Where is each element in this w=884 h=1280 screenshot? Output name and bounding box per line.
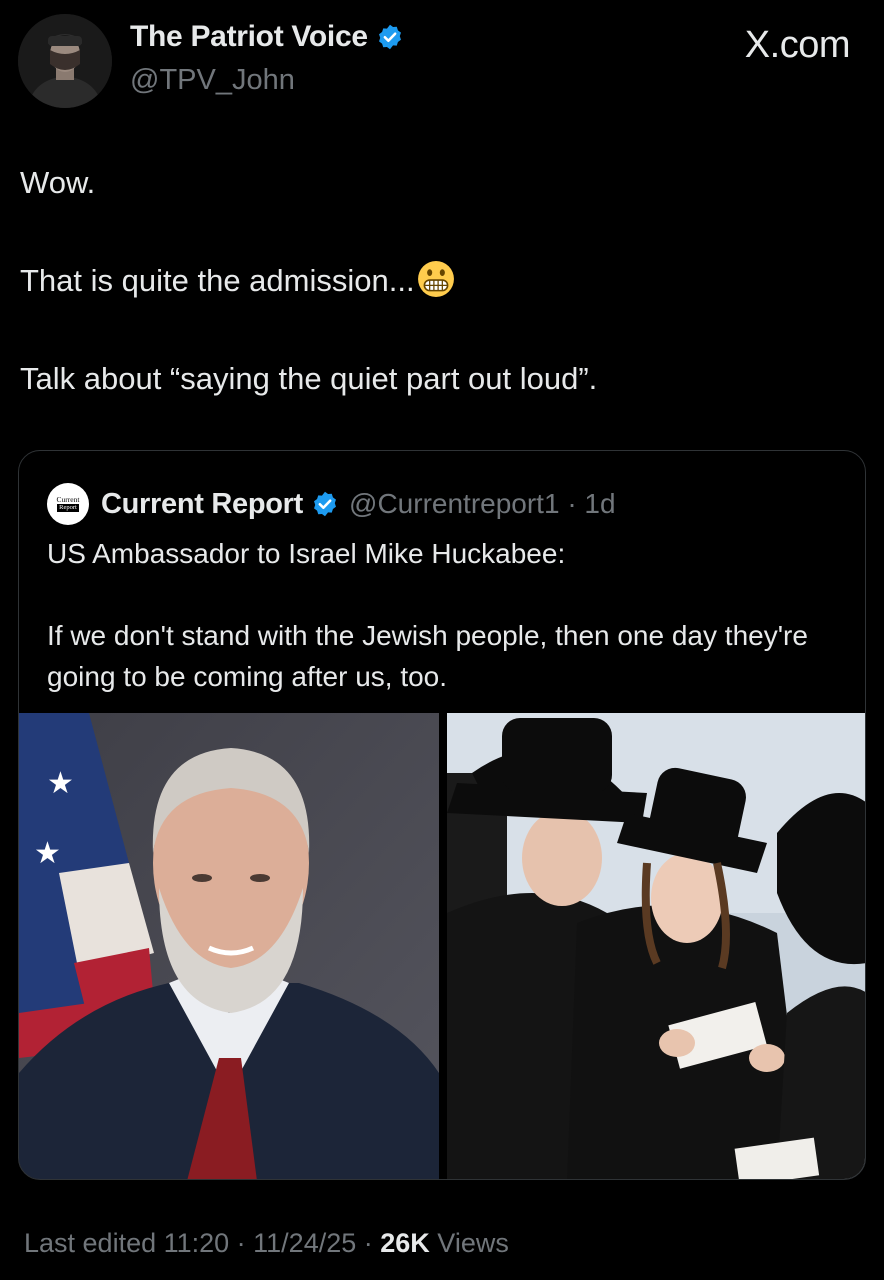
author-avatar[interactable] [18, 14, 112, 108]
quoted-tweet-header: Current Report Current Report @Currentre… [47, 483, 616, 525]
tweet-line-2: That is quite the admission... [20, 256, 860, 305]
author-handle[interactable]: @TPV_John [130, 64, 295, 97]
author-name-row[interactable]: The Patriot Voice [130, 20, 404, 54]
grimacing-face-icon [417, 261, 454, 297]
verified-badge-icon [314, 491, 336, 517]
svg-text:★: ★ [47, 767, 74, 800]
logo-text-bottom: Report [57, 504, 79, 512]
tweet-line-2-text: That is quite the admission... [20, 263, 415, 298]
media-photo-1[interactable]: ★ ★ [19, 713, 439, 1179]
portrait-photo-icon: ★ ★ [19, 713, 439, 1179]
logo-text-top: Current [56, 495, 80, 504]
views-count: 26K [380, 1228, 430, 1258]
verified-badge-icon [378, 24, 401, 50]
current-report-logo-icon[interactable]: Current Report [47, 483, 89, 525]
tweet-meta: Last edited 11:20 · 11/24/25 · 26K Views [24, 1228, 509, 1259]
svg-text:★: ★ [34, 837, 61, 870]
tweet-body: Wow. That is quite the admission... Talk… [20, 158, 860, 403]
views-label: Views [429, 1228, 509, 1258]
tweet-line-1: Wow. [20, 165, 96, 200]
last-edited-timestamp[interactable]: Last edited 11:20 · 11/24/25 [24, 1228, 356, 1258]
author-display-name[interactable]: The Patriot Voice [130, 20, 368, 54]
quoted-display-name[interactable]: Current Report [101, 488, 303, 521]
profile-photo-icon [18, 14, 112, 108]
quoted-tweet-body: US Ambassador to Israel Mike Huckabee: I… [47, 533, 847, 697]
tweet-header: The Patriot Voice @TPV_John X.com [18, 14, 866, 110]
group-photo-icon [447, 713, 865, 1179]
tweet-line-3: Talk about “saying the quiet part out lo… [20, 361, 598, 396]
quoted-tweet-card[interactable]: Current Report Current Report @Currentre… [18, 450, 866, 1180]
quoted-media-grid: ★ ★ [19, 713, 865, 1179]
meta-separator: · [356, 1228, 381, 1258]
media-photo-2[interactable] [447, 713, 865, 1179]
quoted-line-1: US Ambassador to Israel Mike Huckabee: [47, 538, 566, 569]
brand-watermark: X.com [744, 24, 851, 66]
quoted-handle-time[interactable]: @Currentreport1 · 1d [349, 488, 616, 520]
quoted-line-2: If we don't stand with the Jewish people… [47, 620, 808, 692]
